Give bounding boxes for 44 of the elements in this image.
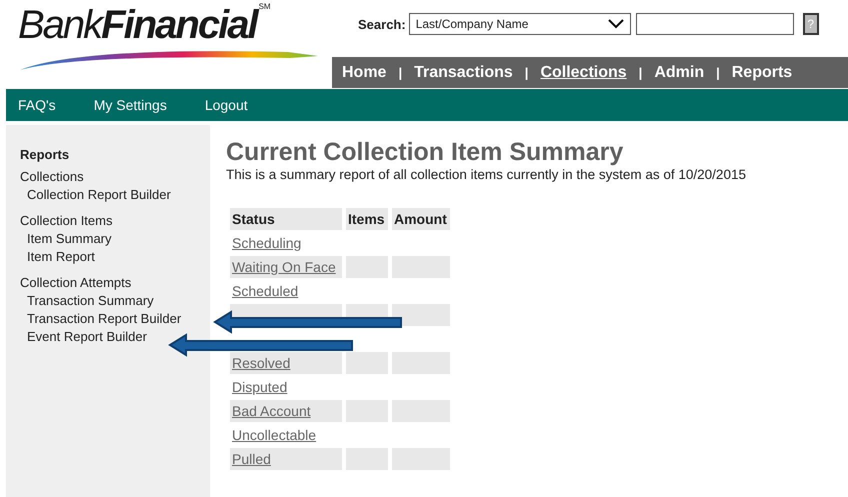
sidebar-link[interactable]: Event Report Builder [27,328,147,346]
search-type-dropdown[interactable]: Last/Company Name [408,13,631,35]
sidebar-link[interactable]: Collection Items [20,212,112,230]
status-link[interactable]: Uncollectable [232,427,316,443]
sidebar-link[interactable]: Transaction Report Builder [27,310,182,328]
nav-separator: | [716,65,720,80]
search-field[interactable] [636,13,794,35]
nav-link[interactable]: Admin [654,64,704,82]
sidebar-link[interactable]: Item Summary [27,230,112,248]
sidebar-link[interactable]: Item Report [27,248,95,266]
search-label: Search: [358,16,406,32]
logo-text: Financial [101,2,257,48]
table-cell [392,304,450,326]
sidebar-link[interactable]: Collection Attempts [20,274,132,292]
table-cell [346,352,388,374]
status-link[interactable]: Pulled [232,451,271,467]
status-link[interactable]: Resolved [232,355,290,371]
nav-link[interactable]: Collections [540,64,627,82]
nav-separator: | [524,65,528,80]
column-header: Items [346,208,388,230]
sub-nav-link[interactable]: FAQ's [18,97,56,113]
service-mark: SM [258,2,271,12]
column-header: Status [230,208,342,230]
nav-link[interactable]: Reports [732,64,792,82]
chevron-down-icon [608,19,624,29]
status-link[interactable]: Scheduled [232,283,298,299]
logo-text: Bank [18,2,102,48]
page-description: This is a summary report of all collection items currently in the system as of 10/20/2015 [226,167,746,182]
nav-separator: | [638,65,642,80]
page-title: Current Collection Item Summary [226,137,624,167]
sidebar-link[interactable]: Collection Report Builder [27,186,171,204]
status-link[interactable]: Disputed [232,379,288,395]
sidebar-link[interactable]: Transaction Summary [27,292,154,310]
nav-separator: | [398,65,402,80]
sidebar-title: Reports [20,147,70,162]
sub-nav-link[interactable]: Logout [204,97,248,113]
nav-link[interactable]: Home [342,64,386,82]
sidebar-link[interactable]: Collections [20,168,84,186]
status-link[interactable]: Scheduling [232,235,302,251]
sub-nav-link[interactable]: My Settings [94,97,167,113]
status-link[interactable]: Bad Account [232,403,311,419]
nav-link[interactable]: Transactions [414,64,513,82]
status-link[interactable]: Waiting On Face [232,259,336,275]
column-header: Amount [392,208,450,230]
